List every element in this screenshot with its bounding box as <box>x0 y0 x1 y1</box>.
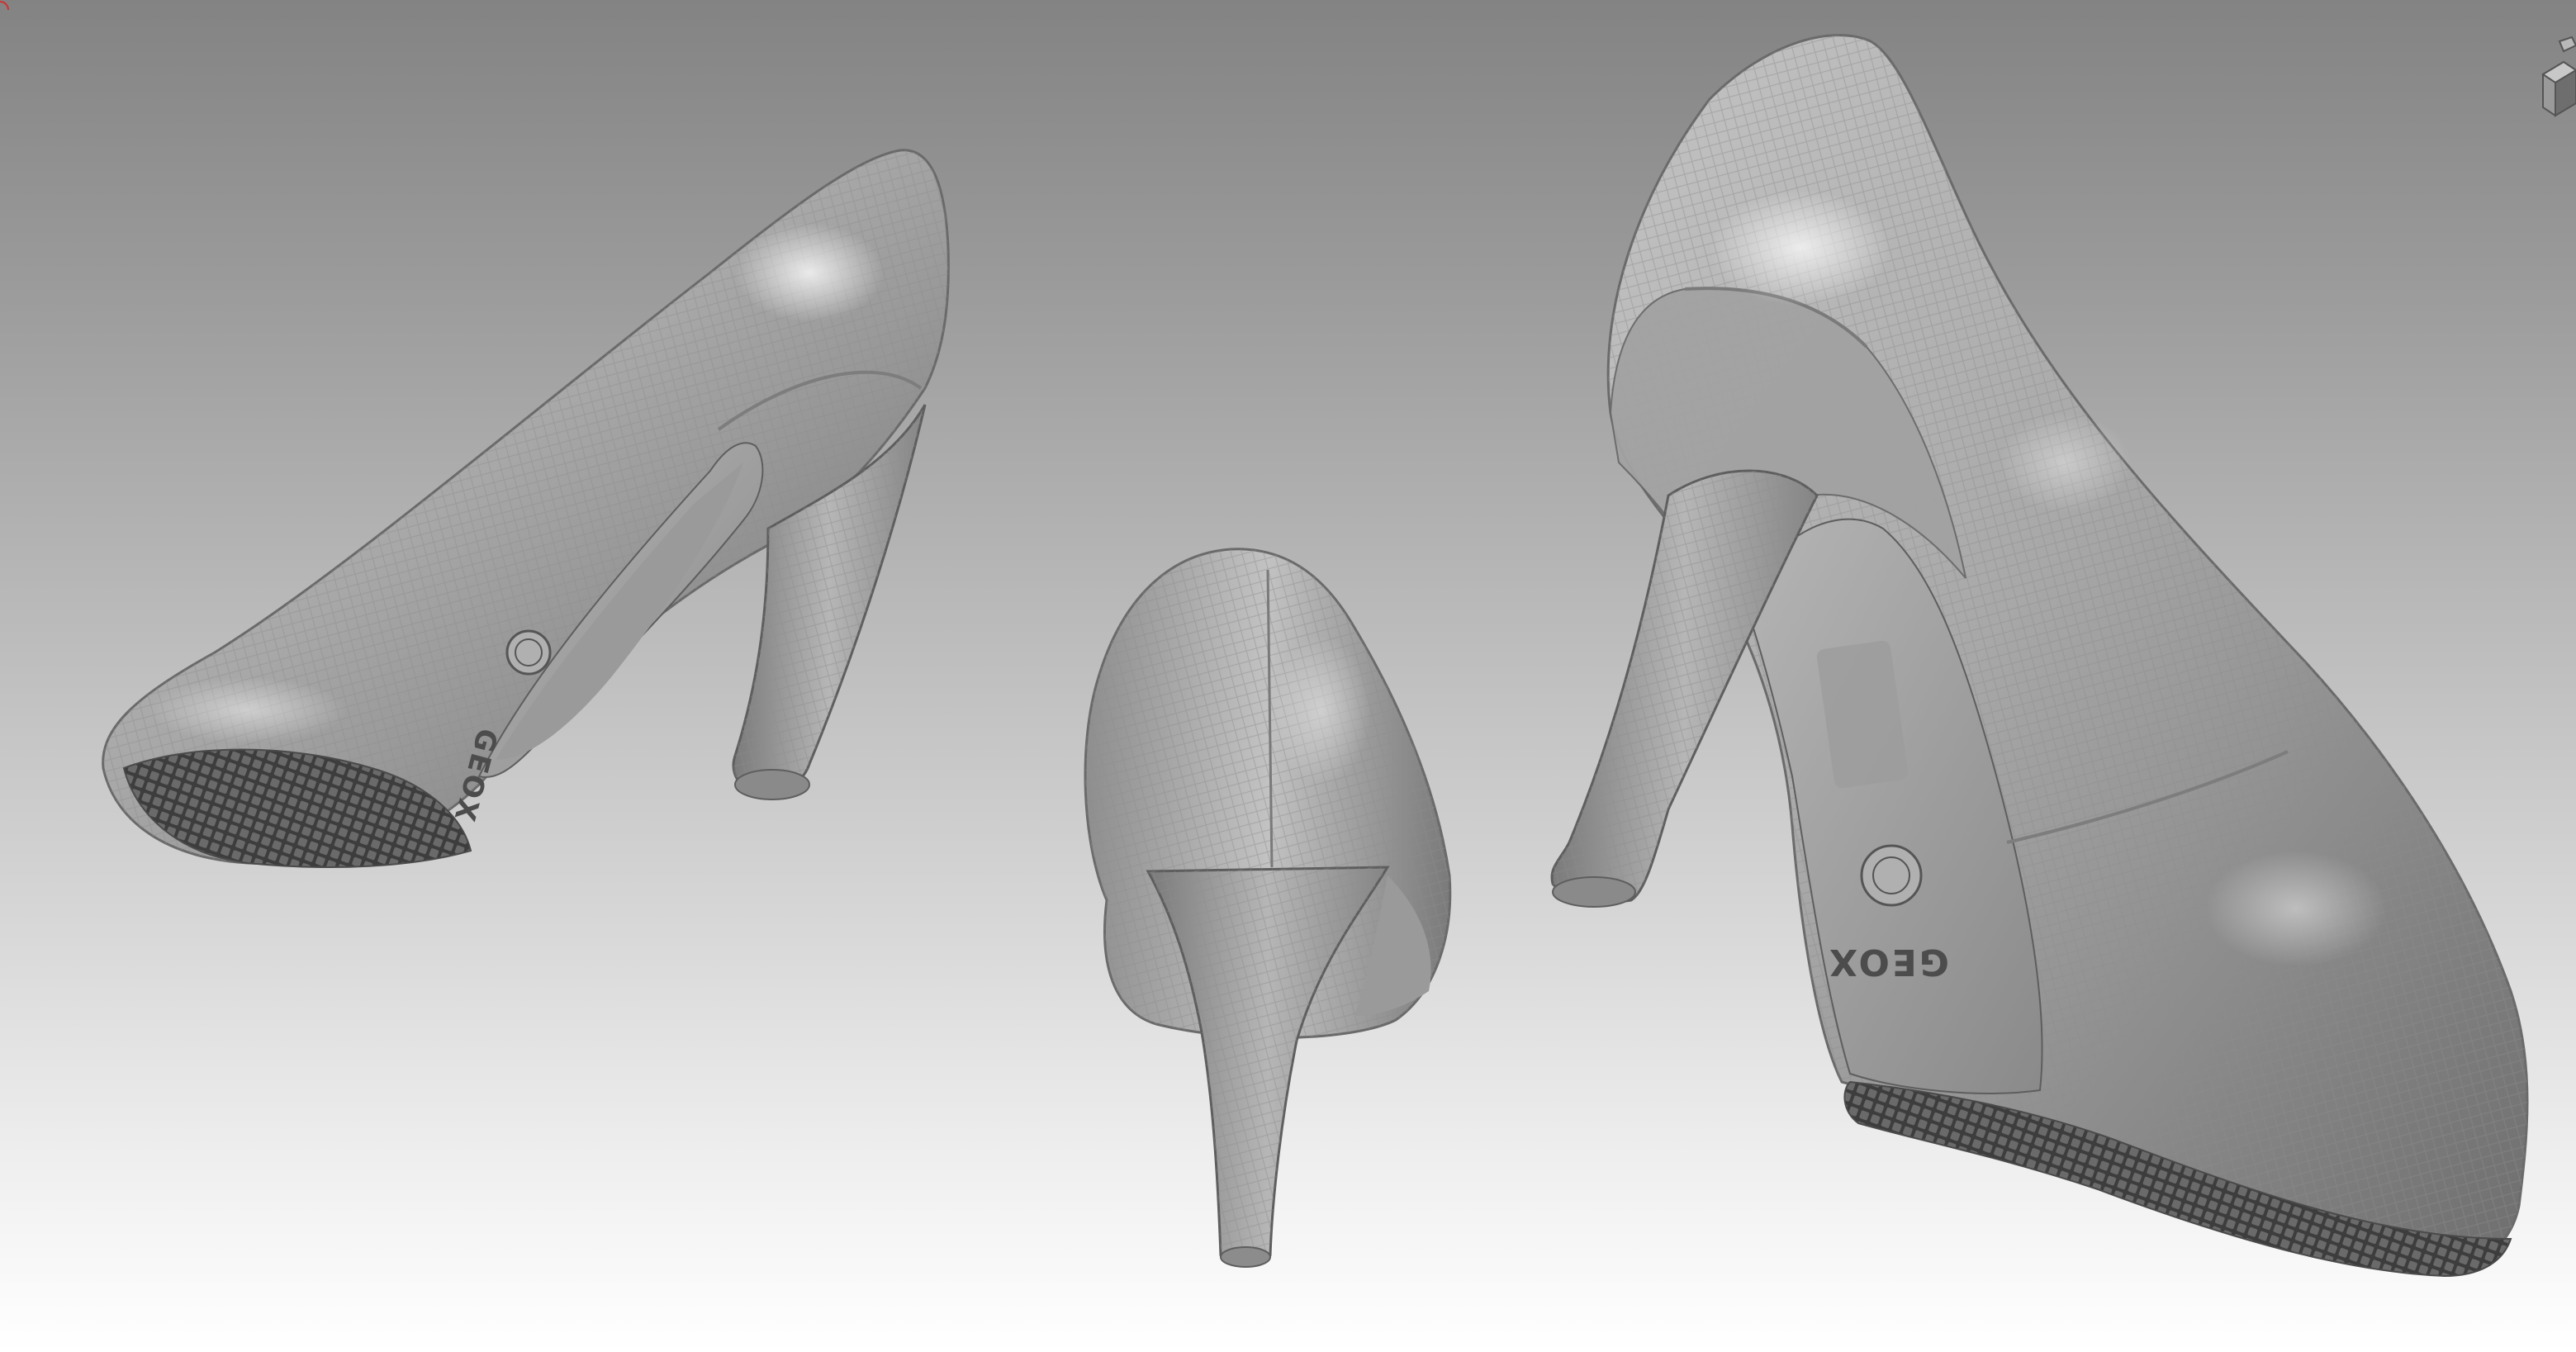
sole-logo-badge <box>505 629 552 676</box>
sculpt-scene[interactable]: GEOX GEOX <box>0 0 2576 1352</box>
navigation-cube-icon[interactable] <box>2526 25 2576 149</box>
3d-viewport[interactable]: GEOX GEOX <box>0 0 2576 1352</box>
shoe-side-view[interactable]: GEOX <box>102 149 950 868</box>
shoe-three-quarter-view[interactable]: GEOX <box>1550 34 2529 1278</box>
shoe-back-view[interactable] <box>1084 548 1452 1268</box>
shoe-brand-text: GEOX <box>1827 941 1949 983</box>
sole-logo-badge <box>1860 844 1923 907</box>
